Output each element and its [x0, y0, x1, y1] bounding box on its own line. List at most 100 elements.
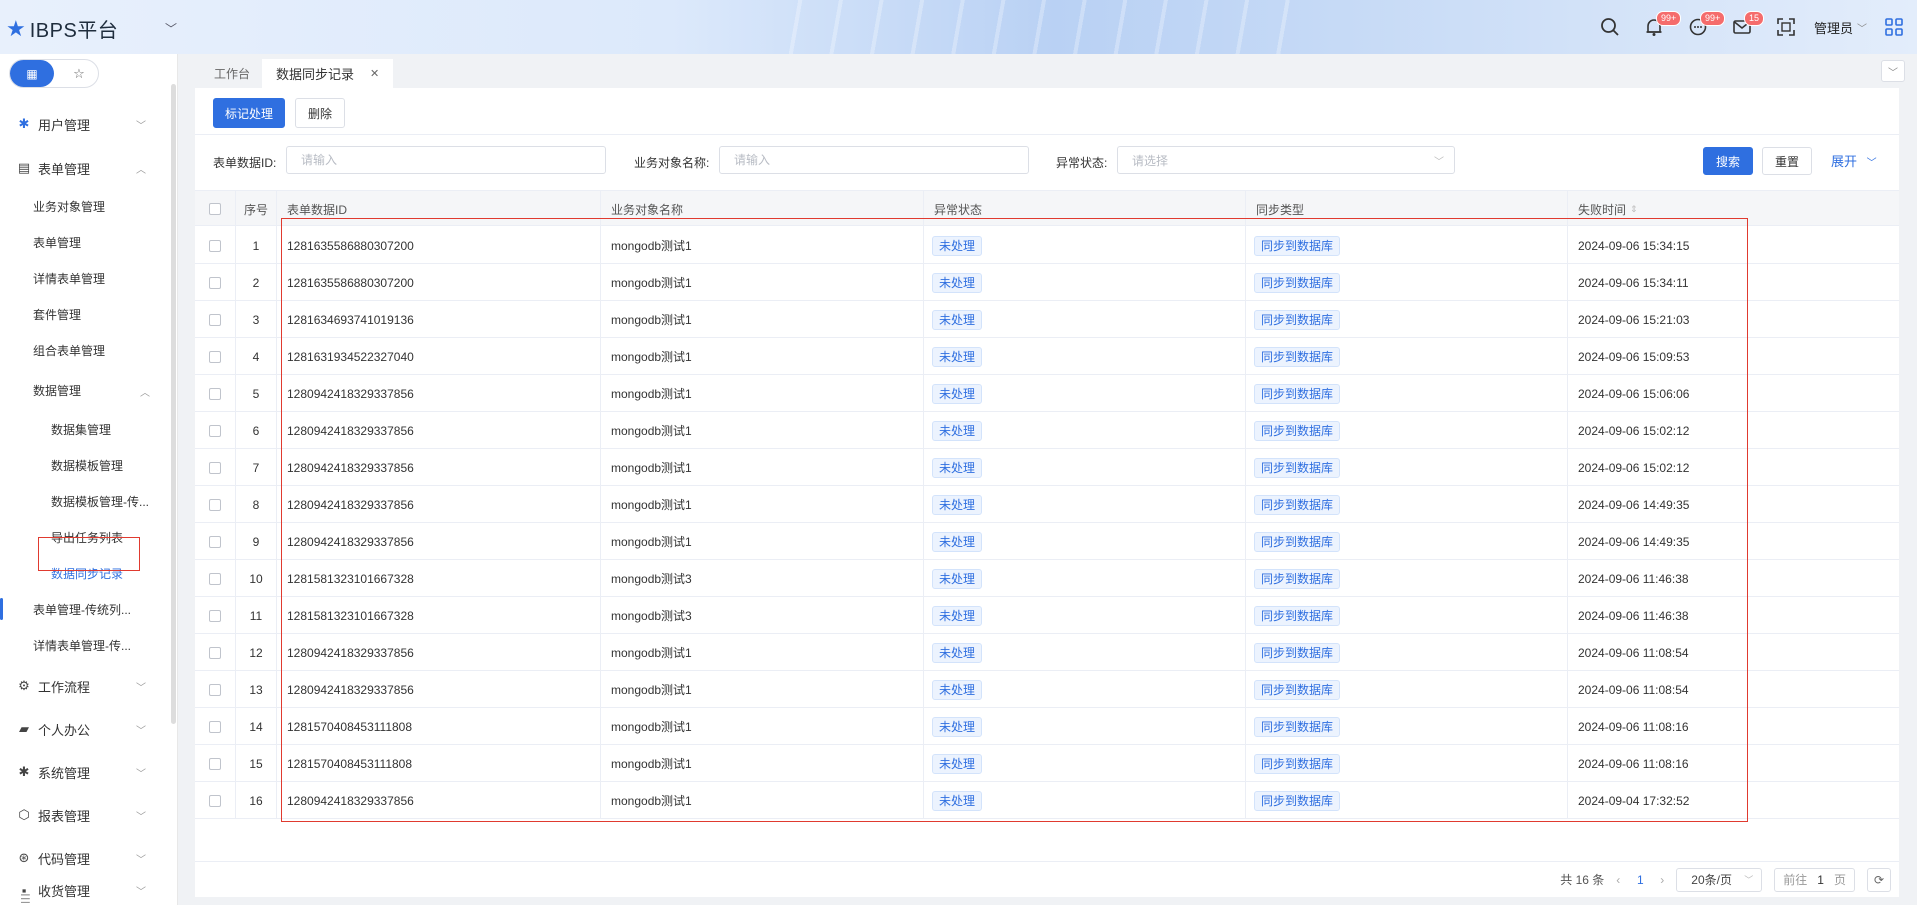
row-checkbox[interactable] — [209, 276, 221, 289]
cell-biz-name: mongodb测试1 — [601, 745, 924, 782]
refresh-icon[interactable]: ⟳ — [1867, 867, 1891, 892]
cell-chk — [195, 227, 236, 264]
col-fail-time[interactable]: 失败时间 ⇕ — [1568, 191, 1899, 227]
sidebar-item-report[interactable]: ⬡ 报表管理 ﹀ — [0, 797, 170, 833]
row-checkbox[interactable] — [209, 757, 221, 770]
search-button[interactable]: 搜索 — [1703, 147, 1753, 175]
row-checkbox[interactable] — [209, 424, 221, 437]
tabs-dropdown-button[interactable]: ﹀ — [1881, 60, 1905, 82]
sidebar-item-suite[interactable]: 套件管理 — [33, 296, 173, 332]
table-row[interactable]: 13 1280942418329337856 mongodb测试1 未处理 同步到数据库… — [195, 671, 1899, 708]
favorites-star-icon[interactable]: ☆ — [60, 60, 98, 87]
tab-data-sync[interactable]: 数据同步记录 ✕ — [262, 59, 394, 88]
table-row[interactable]: 1 1281635586880307200 mongodb测试1 未处理 同步到数据库 2… — [195, 227, 1899, 264]
status-select-placeholder: 请选择 — [1132, 153, 1169, 168]
sidebar-item-form-mgmt[interactable]: ▤ 表单管理 ︿ — [0, 150, 170, 186]
table-row[interactable]: 9 1280942418329337856 mongodb测试1 未处理 同步到数据库 2… — [195, 523, 1899, 560]
close-icon[interactable]: ✕ — [370, 67, 379, 80]
row-checkbox[interactable] — [209, 350, 221, 363]
sidebar-item-code[interactable]: ⊛ 代码管理 ﹀ — [0, 840, 170, 876]
table-row[interactable]: 12 1280942418329337856 mongodb测试1 未处理 同步到数据库… — [195, 634, 1899, 671]
row-checkbox[interactable] — [209, 313, 221, 326]
select-all-checkbox[interactable] — [209, 203, 221, 215]
sidebar-item-dataset[interactable]: 数据集管理 — [51, 411, 177, 447]
sidebar-item-system[interactable]: ✱ 系统管理 ﹀ — [0, 754, 170, 790]
reset-button[interactable]: 重置 — [1762, 147, 1812, 175]
table-row[interactable]: 11 1281581323101667328 mongodb测试3 未处理 同步到数据库… — [195, 597, 1899, 634]
status-select[interactable]: 请选择 ﹀ — [1117, 146, 1455, 174]
prev-page-icon[interactable]: ‹ — [1616, 873, 1620, 887]
cell-fail-time: 2024-09-06 15:09:53 — [1578, 349, 1690, 364]
page-number[interactable]: 1 — [1632, 873, 1648, 887]
table-row[interactable]: 5 1280942418329337856 mongodb测试1 未处理 同步到数据库 2… — [195, 375, 1899, 412]
app-grid-icon[interactable] — [1877, 0, 1911, 54]
chevron-down-icon: ﹀ — [136, 725, 146, 737]
row-checkbox[interactable] — [209, 646, 221, 659]
mark-handled-button[interactable]: 标记处理 — [213, 98, 285, 128]
search-icon[interactable] — [1588, 0, 1632, 54]
chevron-down-icon[interactable]: ﹀ — [1857, 20, 1867, 35]
row-checkbox[interactable] — [209, 609, 221, 622]
form-id-input[interactable] — [286, 146, 606, 174]
cell-index: 7 — [236, 449, 277, 486]
tab-workbench[interactable]: 工作台 — [200, 59, 264, 88]
collapse-sidebar-icon[interactable]: ☰ — [20, 892, 31, 905]
table-row[interactable]: 6 1280942418329337856 mongodb测试1 未处理 同步到数据库 2… — [195, 412, 1899, 449]
table-row[interactable]: 16 1280942418329337856 mongodb测试1 未处理 同步到数据库… — [195, 782, 1899, 819]
cell-chk — [195, 597, 236, 634]
table-row[interactable]: 14 1281570408453111808 mongodb测试1 未处理 同步到数据库… — [195, 708, 1899, 745]
star-logo-icon: ★ — [6, 15, 26, 41]
sidebar-item-personal[interactable]: ▰ 个人办公 ﹀ — [0, 711, 170, 747]
message-icon[interactable]: 99+ — [1676, 0, 1726, 54]
bell-icon[interactable]: 99+ — [1632, 0, 1682, 54]
table-row[interactable]: 4 1281631934522327040 mongodb测试1 未处理 同步到数据库 2… — [195, 338, 1899, 375]
logo[interactable]: ★ IBPS平台 — [6, 14, 118, 43]
goto-page-input[interactable]: 1 — [1817, 873, 1824, 887]
sidebar-item-workflow[interactable]: ⚙ 工作流程 ﹀ — [0, 668, 170, 704]
sidebar-item-detail-form-trad[interactable]: 详情表单管理-传... — [33, 627, 133, 663]
row-checkbox[interactable] — [209, 572, 221, 585]
sidebar-item-label: 数据管理 — [33, 383, 82, 398]
table-row[interactable]: 7 1280942418329337856 mongodb测试1 未处理 同步到数据库 2… — [195, 449, 1899, 486]
table-row[interactable]: 10 1281581323101667328 mongodb测试3 未处理 同步到数据库… — [195, 560, 1899, 597]
sidebar-item-biz-object[interactable]: 业务对象管理 — [33, 188, 173, 224]
table-row[interactable]: 2 1281635586880307200 mongodb测试1 未处理 同步到数据库 2… — [195, 264, 1899, 301]
sidebar-item-form[interactable]: 表单管理 — [33, 224, 173, 260]
main-panel: 标记处理 删除 表单数据ID: 业务对象名称: 异常状态: 请选择 ﹀ 搜索 重… — [195, 88, 1899, 897]
chevron-down-icon[interactable]: ﹀ — [165, 20, 177, 37]
sidebar-item-form-trad[interactable]: 表单管理-传统列... — [33, 591, 133, 627]
sidebar-item-data-template[interactable]: 数据模板管理 — [51, 447, 177, 483]
row-checkbox[interactable] — [209, 720, 221, 733]
page-size-select[interactable]: 20条/页 ﹀ — [1676, 867, 1763, 892]
biz-name-input[interactable] — [719, 146, 1029, 174]
row-checkbox[interactable] — [209, 535, 221, 548]
row-checkbox[interactable] — [209, 683, 221, 696]
status-badge: 未处理 — [932, 642, 983, 663]
sidebar-item-detail-form[interactable]: 详情表单管理 — [33, 260, 173, 296]
sidebar-item-user-mgmt[interactable]: ✱ 用户管理 ﹀ — [0, 106, 170, 142]
user-name[interactable]: 管理员 — [1808, 18, 1857, 37]
expand-filters-link[interactable]: 展开 ﹀ — [1831, 151, 1877, 170]
row-checkbox[interactable] — [209, 387, 221, 400]
chevron-down-icon: ﹀ — [136, 120, 146, 132]
delete-button[interactable]: 删除 — [295, 98, 345, 128]
row-checkbox[interactable] — [209, 794, 221, 807]
apps-grid-icon[interactable]: ▦ — [10, 60, 54, 87]
row-checkbox[interactable] — [209, 498, 221, 511]
sort-icon[interactable]: ⇕ — [1630, 204, 1638, 215]
sidebar-item-data-template-trad[interactable]: 数据模板管理-传... — [51, 483, 151, 519]
status-badge: 未处理 — [932, 679, 983, 700]
sidebar-scrollbar[interactable] — [171, 84, 176, 724]
row-checkbox[interactable] — [209, 239, 221, 252]
cell-chk — [195, 560, 236, 597]
table-row[interactable]: 15 1281570408453111808 mongodb测试1 未处理 同步到数据库… — [195, 745, 1899, 782]
mail-icon[interactable]: 15 — [1720, 0, 1764, 54]
next-page-icon[interactable]: › — [1660, 873, 1664, 887]
table-row[interactable]: 3 1281634693741019136 mongodb测试1 未处理 同步到数据库 2… — [195, 301, 1899, 338]
chevron-down-icon: ﹀ — [1744, 875, 1754, 885]
sidebar-item-combo-form[interactable]: 组合表单管理 — [33, 332, 173, 368]
cell-form-id: 1281581323101667328 — [277, 560, 601, 597]
table-row[interactable]: 8 1280942418329337856 mongodb测试1 未处理 同步到数据库 2… — [195, 486, 1899, 523]
row-checkbox[interactable] — [209, 461, 221, 474]
fullscreen-icon[interactable] — [1764, 0, 1808, 54]
